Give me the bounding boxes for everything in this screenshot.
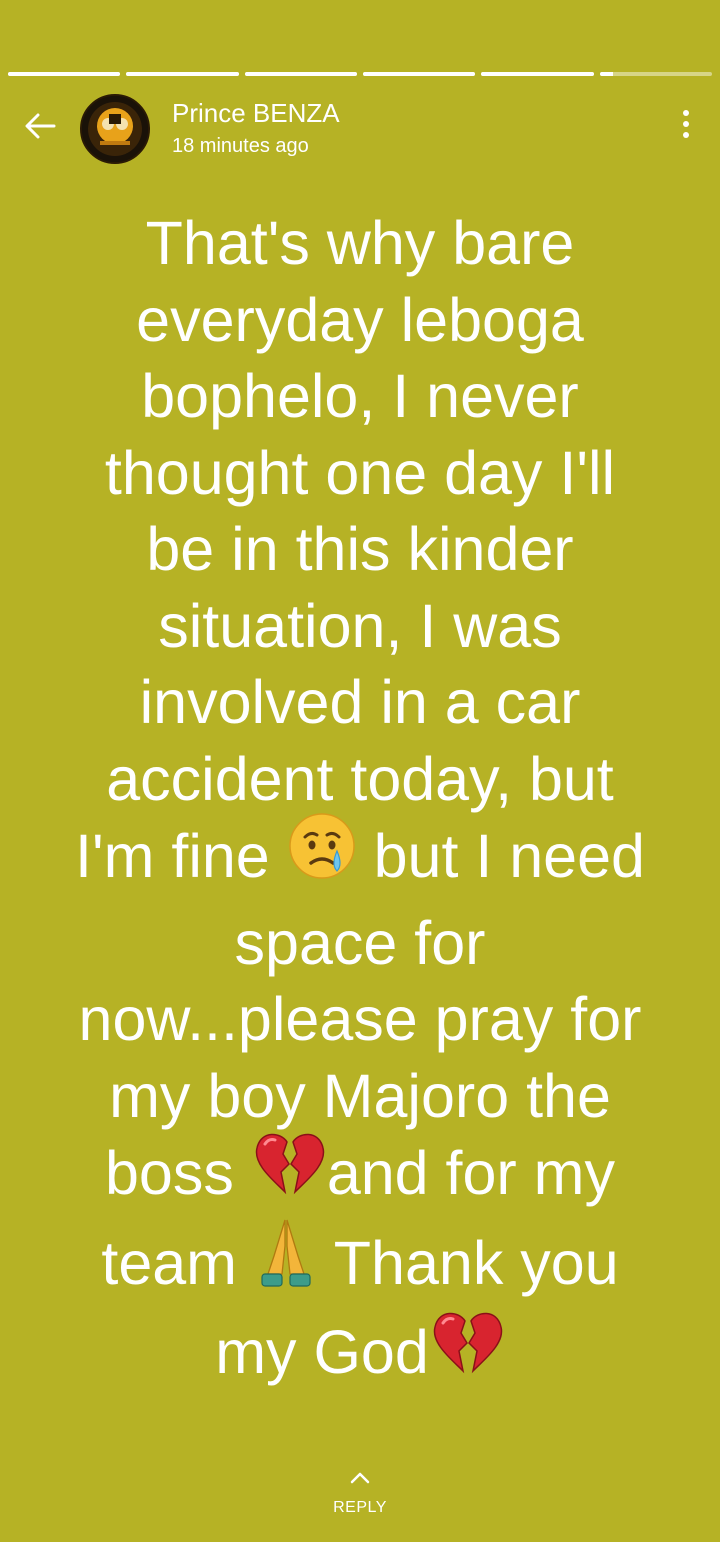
broken-heart-emoji xyxy=(251,1128,327,1216)
avatar[interactable] xyxy=(80,94,150,164)
more-vertical-icon xyxy=(680,110,692,138)
progress-segment-4 xyxy=(362,72,476,76)
folded-hands-emoji xyxy=(254,1216,318,1308)
contact-name[interactable]: Prince BENZA xyxy=(172,98,340,128)
reply-label: REPLY xyxy=(333,1499,387,1516)
progress-segment-2 xyxy=(126,72,239,76)
crying-face-emoji xyxy=(287,811,357,899)
back-button[interactable] xyxy=(20,106,60,146)
status-text: That's why bare everyday leboga bophelo,… xyxy=(20,205,700,1401)
progress-segment-5 xyxy=(481,72,594,76)
arrow-left-icon xyxy=(25,113,56,139)
chevron-up-icon xyxy=(350,1472,370,1484)
status-text-segment: That's why bare everyday leboga bophelo,… xyxy=(75,209,616,890)
profile-avatar xyxy=(82,96,148,162)
more-menu-button[interactable] xyxy=(680,110,692,144)
broken-heart-emoji xyxy=(429,1307,505,1395)
progress-segment-6 xyxy=(599,72,712,76)
reply-button[interactable]: REPLY xyxy=(0,1470,720,1518)
status-header: Prince BENZA 18 minutes ago xyxy=(0,90,720,164)
progress-segment-1 xyxy=(8,72,121,76)
progress-segment-3 xyxy=(244,72,357,76)
status-timestamp: 18 minutes ago xyxy=(172,135,309,157)
status-progress-bar xyxy=(8,72,712,76)
